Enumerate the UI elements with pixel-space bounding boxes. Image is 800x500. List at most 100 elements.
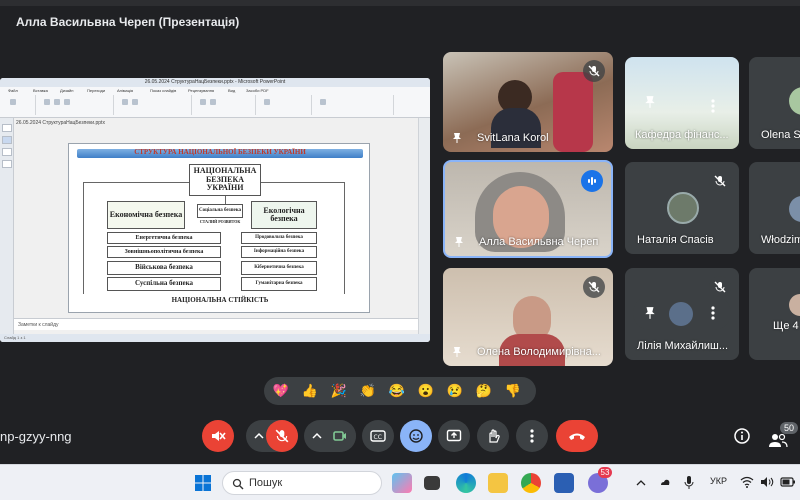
volume-icon[interactable]	[760, 476, 774, 488]
onedrive-icon[interactable]	[660, 476, 670, 490]
edge-icon[interactable]	[456, 473, 476, 493]
reaction-thinking[interactable]: 🤔	[475, 382, 493, 400]
chrome-icon[interactable]	[521, 473, 541, 493]
align-icon[interactable]	[122, 99, 128, 105]
task-view-icon[interactable]	[424, 476, 440, 490]
slide-thumbnail[interactable]	[2, 124, 12, 132]
chevron-up-icon[interactable]	[636, 479, 646, 487]
participant-name: Наталія Спасів	[637, 234, 714, 246]
participant-name: Лілія Михайлиш...	[637, 340, 729, 352]
reaction-laugh[interactable]: 😂	[388, 382, 406, 400]
microphone-icon[interactable]	[684, 475, 694, 490]
ribbon-tab[interactable]: Анімація	[117, 88, 133, 93]
slide-thumbnail[interactable]	[2, 136, 12, 144]
meet-window: Алла Васильвна Череп (Презентація) 26.05…	[0, 0, 800, 500]
ribbon-tab[interactable]: Рецензування	[188, 88, 214, 93]
reaction-heart[interactable]: 💖	[272, 382, 290, 400]
reaction-surprised[interactable]: 😮	[417, 382, 435, 400]
bold-icon[interactable]	[54, 99, 60, 105]
slide-notes[interactable]: Заметки к слайду	[14, 318, 418, 330]
pin-icon[interactable]	[643, 306, 657, 320]
left-item: Зовнішньополітична безпека	[107, 246, 221, 258]
present-button[interactable]	[438, 420, 470, 452]
ribbon-tab[interactable]: Файл	[8, 88, 18, 93]
participant-tile[interactable]: Кафедра фінанс...	[625, 57, 739, 149]
ribbon-group	[0, 95, 36, 115]
captions-button[interactable]: CC	[362, 420, 394, 452]
ribbon-group	[312, 95, 394, 115]
wifi-icon[interactable]	[740, 476, 754, 488]
participant-tile[interactable]: Лілія Михайлиш...	[625, 268, 739, 360]
quick-styles-icon[interactable]	[264, 99, 270, 105]
input-language[interactable]: УКР	[710, 476, 727, 486]
ribbon-tab[interactable]: Вид	[228, 88, 235, 93]
more-participants-label: Ще 4	[773, 320, 799, 332]
ribbon-group	[36, 95, 114, 115]
taskbar-search[interactable]: Пошук	[222, 471, 382, 495]
raise-hand-button[interactable]	[477, 420, 509, 452]
reaction-thumbs-up[interactable]: 👍	[301, 382, 319, 400]
mic-group[interactable]	[246, 420, 298, 452]
speaker-off-icon	[212, 431, 226, 441]
ribbon-tab[interactable]: Показ слайдів	[150, 88, 176, 93]
ribbon-tab[interactable]: Дизайн	[60, 88, 73, 93]
slides-pane[interactable]	[0, 118, 14, 342]
viber-icon[interactable]: 53	[588, 467, 612, 493]
mute-participant-icon[interactable]	[669, 302, 693, 326]
copilot-icon[interactable]	[392, 473, 412, 493]
camera-toggle-button[interactable]	[324, 420, 356, 452]
ribbon-group	[192, 95, 256, 115]
italic-icon[interactable]	[64, 99, 70, 105]
file-explorer-icon[interactable]	[488, 473, 508, 493]
participant-name: Olena St	[761, 129, 800, 141]
word-icon[interactable]	[554, 473, 574, 493]
people-button[interactable]: 50	[762, 420, 798, 452]
info-icon[interactable]	[733, 427, 751, 445]
participant-tile[interactable]: Włodzim	[749, 162, 800, 254]
mute-button[interactable]	[202, 420, 234, 452]
camera-group[interactable]	[304, 420, 356, 452]
left-item: Енергетична безпека	[107, 232, 221, 244]
ppt-ribbon[interactable]: Файл Вставка Дизайн Переходи Анімація По…	[0, 87, 430, 118]
shapes-icon[interactable]	[200, 99, 206, 105]
pin-icon[interactable]	[453, 236, 465, 248]
more-options-icon[interactable]	[711, 306, 715, 320]
ribbon-tab[interactable]: Вставка	[33, 88, 48, 93]
participant-tile[interactable]: Олена Володимирівна...	[443, 268, 613, 366]
arrange-icon[interactable]	[210, 99, 216, 105]
slide-thumbnail[interactable]	[2, 160, 12, 168]
participant-name: Włodzim	[761, 234, 800, 246]
bullets-icon[interactable]	[132, 99, 138, 105]
pin-icon[interactable]	[451, 132, 463, 144]
more-options-button[interactable]	[516, 420, 548, 452]
chevron-up-icon[interactable]	[312, 431, 322, 441]
participant-tile[interactable]: Наталія Спасів	[625, 162, 739, 254]
font-icon[interactable]	[44, 99, 50, 105]
more-participants-tile[interactable]: Ще 4	[749, 268, 800, 360]
reaction-clap[interactable]: 👏	[359, 382, 377, 400]
pin-icon[interactable]	[643, 95, 657, 109]
windows-start-icon[interactable]	[194, 474, 212, 492]
chevron-up-icon[interactable]	[254, 431, 264, 441]
hand-icon	[489, 429, 500, 443]
ribbon-tab[interactable]: Переходи	[87, 88, 105, 93]
find-icon[interactable]	[320, 99, 326, 105]
ribbon-tab[interactable]: Засоби PDF	[246, 88, 269, 93]
top-bar: Алла Васильвна Череп (Презентація)	[0, 0, 800, 40]
slide-thumbnail[interactable]	[2, 148, 12, 156]
ppt-scrollbar[interactable]	[418, 118, 430, 342]
slide-diagram: СТРУКТУРА НАЦІОНАЛЬНОЇ БЕЗПЕКИ УКРАЇНИ Н…	[68, 143, 370, 313]
emoji-button[interactable]	[400, 420, 432, 452]
reaction-party[interactable]: 🎉	[330, 382, 348, 400]
reaction-sad[interactable]: 😢	[446, 382, 464, 400]
participant-tile[interactable]: Olena St	[749, 57, 800, 149]
participant-tile-speaking[interactable]: Алла Васильвна Череп	[443, 160, 613, 258]
more-options-icon[interactable]	[711, 99, 715, 113]
leave-call-button[interactable]	[556, 420, 598, 452]
paste-icon[interactable]	[10, 99, 16, 105]
reaction-thumbs-down[interactable]: 👎	[504, 382, 522, 400]
pin-icon[interactable]	[451, 346, 463, 358]
battery-icon[interactable]	[780, 476, 796, 488]
mic-toggle-button[interactable]	[266, 420, 298, 452]
participant-tile[interactable]: SvitLana Korol	[443, 52, 613, 152]
